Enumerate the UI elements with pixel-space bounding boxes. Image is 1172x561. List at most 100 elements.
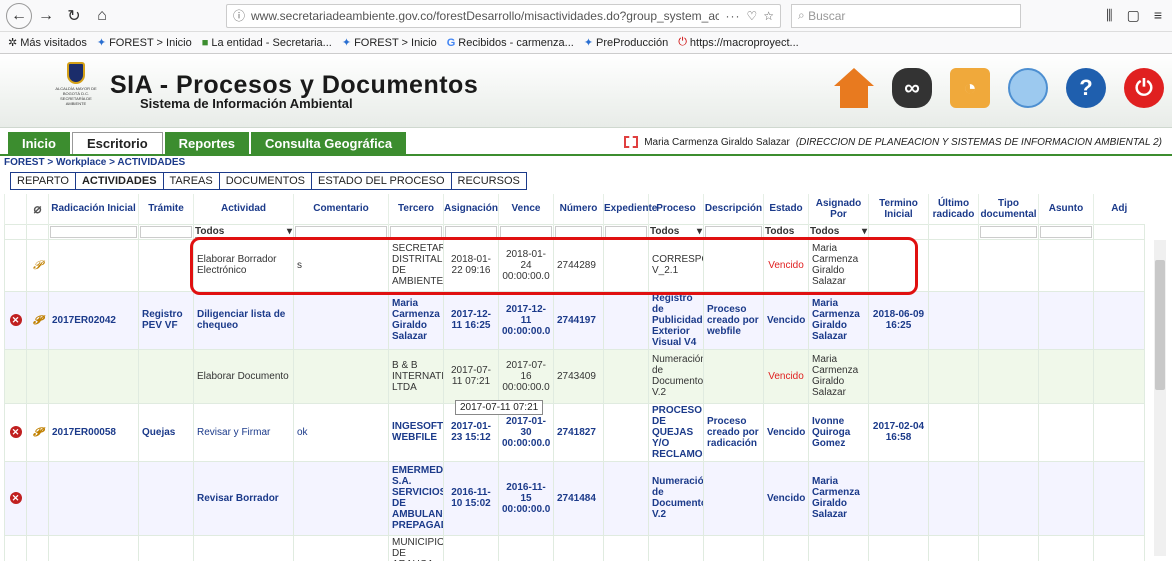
col-estado[interactable]: Estado	[763, 194, 809, 224]
bookmark-item[interactable]: ■ La entidad - Secretaria...	[202, 37, 332, 49]
chat-bubble-icon[interactable]	[1008, 68, 1048, 108]
subtab-actividades[interactable]: ACTIVIDADES	[74, 172, 164, 190]
filter-radicacion-input[interactable]	[50, 225, 137, 238]
table-row[interactable]: Elaborar Documento B & B INTERNATION LTD…	[4, 348, 1145, 404]
col-numero[interactable]: Número	[553, 194, 604, 224]
col-actividad[interactable]: Actividad	[193, 194, 294, 224]
status-badge: Vencido	[763, 402, 809, 462]
sidebar-icon[interactable]: ▢	[1127, 7, 1140, 24]
home-icon[interactable]: ⌂	[88, 4, 116, 28]
chart-icon[interactable]: ◔	[950, 68, 990, 108]
bookmarks-bar: ✲ Más visitados ✦ FOREST > Inicio ■ La enti…	[0, 32, 1172, 54]
filter-asignado-select[interactable]: Todos ▾	[810, 226, 867, 238]
table-row[interactable]: 𝓟 Elaborar Borrador Electrónico s SECRET…	[4, 238, 1145, 292]
filter-actividad-select[interactable]: Todos ▾	[195, 226, 292, 238]
binoculars-icon[interactable]: ∞	[892, 68, 932, 108]
bookmark-item[interactable]: ✲ Más visitados	[8, 36, 87, 50]
col-radicacion[interactable]: Radicación Inicial	[48, 194, 139, 224]
col-ultimo-radicado[interactable]: Último radicado	[928, 194, 979, 224]
user-info: Maria Carmenza Giraldo Salazar (DIRECCIO…	[624, 136, 1162, 148]
col-descripcion[interactable]: Descripción	[703, 194, 764, 224]
filter-estado-select[interactable]: Todos	[765, 226, 807, 238]
bookmark-star-icon[interactable]: ☆	[763, 9, 774, 23]
delete-icon[interactable]: ✕	[9, 492, 22, 504]
col-asignado-por[interactable]: Asignado Por	[808, 194, 869, 224]
col-tipo-documental[interactable]: Tipo documental	[978, 194, 1039, 224]
col-tercero[interactable]: Tercero	[388, 194, 444, 224]
col-adj[interactable]: Adj	[1093, 194, 1145, 224]
subtab-tareas[interactable]: TAREAS	[162, 172, 220, 190]
col-tramite[interactable]: Trámite	[138, 194, 194, 224]
search-input[interactable]: ⌕ Buscar	[791, 3, 1021, 28]
back-arrow-icon[interactable]: ←	[6, 2, 32, 29]
forest-icon: ✦	[96, 37, 107, 49]
col-termino-inicial[interactable]: Termino Inicial	[868, 194, 929, 224]
library-icon[interactable]: ⫼	[1106, 7, 1112, 24]
info-icon[interactable]: ⓘ	[233, 7, 245, 24]
col-delete	[4, 194, 27, 224]
filter-descripcion-input[interactable]	[705, 225, 762, 238]
filter-expediente-input[interactable]	[605, 225, 647, 238]
power-icon[interactable]: ⏻	[1124, 68, 1164, 108]
bookmark-item[interactable]: G Recibidos - carmenza...	[447, 37, 574, 49]
menu-icon[interactable]: ≡	[1154, 7, 1162, 24]
filter-numero-input[interactable]	[555, 225, 602, 238]
filter-vence-input[interactable]	[500, 225, 552, 238]
url-bar[interactable]: ⓘ www.secretariadeambiente.gov.co/forest…	[226, 3, 781, 28]
forest-icon: ✦	[341, 37, 352, 49]
gear-icon: ✲	[8, 37, 18, 49]
forest-icon: ✦	[583, 37, 594, 49]
reload-icon[interactable]: ↻	[60, 4, 88, 28]
filter-comentario-input[interactable]	[295, 225, 387, 238]
subtab-reparto[interactable]: REPARTO	[10, 172, 76, 190]
subtab-recursos[interactable]: RECURSOS	[450, 172, 527, 190]
bookmark-item[interactable]: ✦ FOREST > Inicio	[341, 36, 437, 50]
delete-icon[interactable]: ✕	[9, 314, 22, 326]
subtab-estado-proceso[interactable]: ESTADO DEL PROCESO	[310, 172, 452, 190]
attach-icon[interactable]: 𝓟	[33, 425, 42, 439]
activities-table: ⌀ Radicación Inicial Trámite Actividad C…	[4, 194, 1145, 561]
col-asignacion[interactable]: Asignación	[443, 194, 499, 224]
tab-reportes[interactable]: Reportes	[164, 132, 249, 154]
app-banner: ALCALDÍA MAYOR DE BOGOTÁ D.C. SECRETARÍA…	[0, 54, 1172, 128]
scrollbar-thumb[interactable]	[1155, 260, 1165, 390]
forward-arrow-icon[interactable]: →	[32, 4, 60, 28]
filter-asunto-input[interactable]	[1040, 225, 1092, 238]
table-row[interactable]: ✕ 𝓟 2017ER00058 Quejas Revisar y Firmar …	[4, 402, 1145, 462]
scrollbar[interactable]	[1154, 240, 1166, 556]
filter-tipo-input[interactable]	[980, 225, 1037, 238]
tab-consulta-geografica[interactable]: Consulta Geográfica	[251, 132, 407, 154]
url-text: www.secretariadeambiente.gov.co/forestDe…	[251, 8, 720, 23]
filter-proceso-select[interactable]: Todos ▾	[650, 226, 702, 238]
tab-inicio[interactable]: Inicio	[8, 132, 70, 154]
main-tabs: Inicio Escritorio Reportes Consulta Geog…	[0, 132, 1172, 154]
attach-icon[interactable]: 𝓟	[33, 313, 42, 327]
google-icon: G	[446, 36, 456, 49]
logo: ALCALDÍA MAYOR DE BOGOTÁ D.C. SECRETARÍA…	[52, 61, 100, 120]
pocket-icon[interactable]: ♡	[746, 9, 757, 23]
delete-icon[interactable]: ✕	[9, 426, 22, 438]
col-asunto[interactable]: Asunto	[1038, 194, 1094, 224]
table-row[interactable]: MUNICIPIO DE ARAUCA SECRETARIA	[4, 534, 1145, 561]
filter-row: Todos ▾ Todos ▾ Todos Todos ▾	[4, 223, 1145, 240]
entity-icon: ■	[201, 36, 209, 49]
fullscreen-icon[interactable]	[624, 136, 639, 148]
filter-tercero-input[interactable]	[390, 225, 442, 238]
col-comentario[interactable]: Comentario	[293, 194, 389, 224]
bookmark-item[interactable]: ✦ PreProducción	[583, 36, 668, 50]
bookmark-item[interactable]: ✦ FOREST > Inicio	[96, 36, 192, 50]
table-row[interactable]: ✕ Revisar Borrador EMERMEDICA S.A. SERVI…	[4, 460, 1145, 536]
filter-asignacion-input[interactable]	[445, 225, 497, 238]
bookmark-item[interactable]: ⏻ https://macroproyect...	[678, 36, 799, 49]
subtab-documentos[interactable]: DOCUMENTOS	[218, 172, 312, 190]
tab-escritorio[interactable]: Escritorio	[71, 132, 163, 154]
help-icon[interactable]: ?	[1066, 68, 1106, 108]
attach-icon[interactable]: 𝓟	[33, 258, 42, 272]
col-expediente[interactable]: Expediente	[603, 194, 657, 224]
table-row[interactable]: ✕ 𝓟 2017ER02042 Registro PEV VF Diligenc…	[4, 290, 1145, 350]
more-icon[interactable]: ···	[725, 9, 740, 23]
col-vence[interactable]: Vence	[498, 194, 554, 224]
filter-tramite-input[interactable]	[140, 225, 192, 238]
col-proceso[interactable]: Proceso	[648, 194, 704, 224]
home-icon[interactable]	[834, 68, 874, 108]
